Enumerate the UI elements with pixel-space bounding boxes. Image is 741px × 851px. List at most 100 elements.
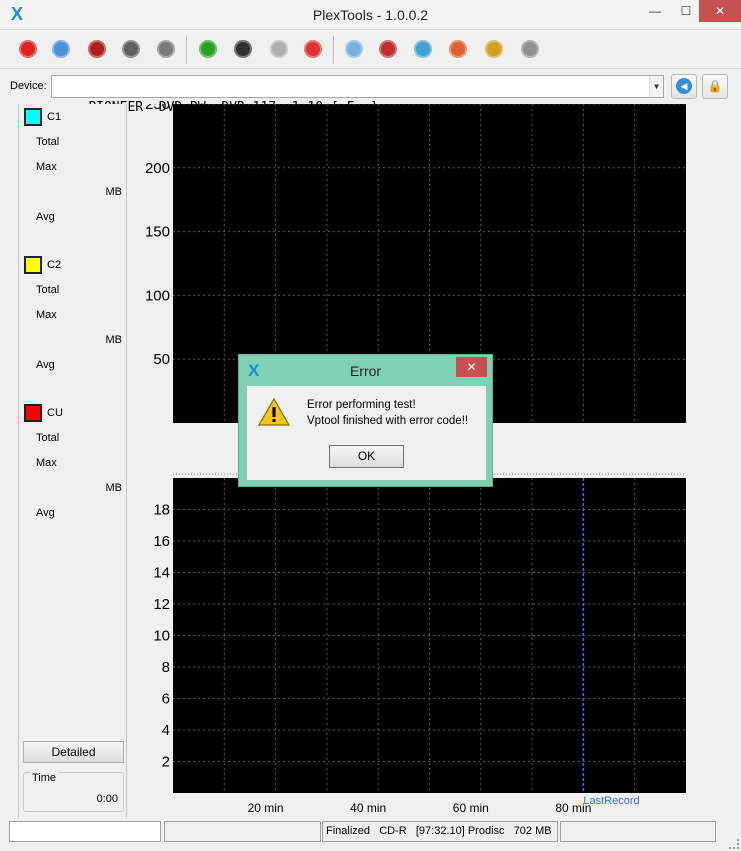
- scan-disc-icon: [234, 40, 252, 58]
- device-row: Device: PIONEER DVD-RW DVR-117 1.10 [ F:…: [0, 71, 741, 115]
- toolbar-separator: [333, 36, 335, 64]
- dialog-close-button[interactable]: ✕: [456, 357, 487, 377]
- legend-c2-avg: Avg: [36, 359, 55, 371]
- legend-cu-total: Total: [36, 432, 60, 444]
- status-bar: Finalized CD-R [97:32.10] Prodisc 702 MB: [0, 818, 741, 851]
- resize-grip[interactable]: [729, 839, 739, 849]
- chart-button[interactable]: [481, 36, 507, 62]
- cd-add-button[interactable]: [266, 36, 292, 62]
- toolbar: [0, 31, 741, 69]
- burner-icon: [379, 40, 397, 58]
- printer-button[interactable]: [153, 36, 179, 62]
- lock-button[interactable]: 🔒: [702, 74, 728, 99]
- lower-ytick-label: 10: [153, 628, 170, 645]
- refresh-icon: [199, 40, 217, 58]
- warning-icon: [258, 397, 290, 426]
- legend-cu-unit: MB: [105, 482, 123, 494]
- dvd-button[interactable]: [84, 36, 110, 62]
- lower-ytick-label: 16: [153, 533, 170, 550]
- legend-c1-unit: MB: [105, 186, 123, 198]
- lower-xtick-label: 40 min: [350, 801, 386, 815]
- power-button[interactable]: [15, 36, 41, 62]
- about-button[interactable]: [517, 36, 543, 62]
- burner-button[interactable]: [375, 36, 401, 62]
- upper-ytick-label: 250: [145, 104, 170, 113]
- toolbar-separator: [186, 36, 188, 64]
- upper-ytick-label: 150: [145, 224, 170, 241]
- legend-panel: C1 Total Max MB Avg C2 Total Max MB Avg …: [18, 104, 127, 818]
- legend-c1-max: Max: [36, 161, 57, 173]
- time-label: Time: [30, 772, 59, 784]
- lower-xtick-label: 20 min: [248, 801, 284, 815]
- power-icon: [19, 40, 37, 58]
- maximize-button[interactable]: ☐: [671, 0, 701, 22]
- legend-c1: C1 Total Max MB Avg: [19, 106, 127, 236]
- refresh-button[interactable]: [195, 36, 221, 62]
- legend-c1-total: Total: [36, 136, 60, 148]
- dialog-message-line1: Error performing test!: [307, 399, 416, 411]
- upper-ytick-label: 200: [145, 160, 170, 177]
- legend-cu-avg: Avg: [36, 507, 55, 519]
- printer-icon: [157, 40, 175, 58]
- scan-button[interactable]: [230, 36, 256, 62]
- disc-wizard-icon: [52, 40, 70, 58]
- dialog-message-line2: Vptool finished with error code!!: [307, 415, 469, 427]
- hot-button[interactable]: [445, 36, 471, 62]
- cd-download-button[interactable]: [410, 36, 436, 62]
- bar-chart-icon: [485, 40, 503, 58]
- lower-ytick-label: 4: [162, 722, 170, 739]
- minimize-button[interactable]: —: [640, 0, 670, 22]
- time-value: 0:00: [96, 793, 118, 805]
- dialog-title: Error: [349, 363, 382, 379]
- stop-icon: [304, 40, 322, 58]
- back-circle-icon: ◀: [676, 78, 692, 94]
- status-media-info: Finalized CD-R [97:32.10] Prodisc 702 MB: [322, 821, 558, 842]
- close-button[interactable]: ✕: [699, 0, 741, 22]
- lower-ytick-label: 8: [162, 659, 170, 676]
- upper-ytick-label: 50: [153, 351, 170, 368]
- legend-cu-swatch: [24, 404, 42, 422]
- error-dialog: X Error ✕ Error performing test! Vptool …: [238, 354, 493, 487]
- drive-button[interactable]: [118, 36, 144, 62]
- wizard-button[interactable]: [48, 36, 74, 62]
- lower-xtick-label: 60 min: [453, 801, 489, 815]
- legend-cu-name: CU: [47, 407, 63, 419]
- legend-cu-max: Max: [36, 457, 57, 469]
- status-cell-1: [9, 821, 161, 842]
- upper-ytick-label: 100: [145, 287, 170, 304]
- cd-download-icon: [414, 40, 432, 58]
- device-select[interactable]: PIONEER DVD-RW DVR-117 1.10 [ F: ] ▼: [51, 75, 664, 115]
- dialog-body: Error performing test! Vptool finished w…: [247, 386, 486, 480]
- lower-ytick-label: 2: [162, 754, 170, 771]
- legend-c2-max: Max: [36, 309, 57, 321]
- lower-xtick-label: 80 min: [555, 801, 591, 815]
- legend-c2: C2 Total Max MB Avg: [19, 254, 127, 384]
- lower-ytick-label: 12: [153, 596, 170, 613]
- ok-button[interactable]: OK: [329, 445, 404, 468]
- info-figure-icon: [521, 40, 539, 58]
- disc-icon: [345, 40, 363, 58]
- lastrecord-label: LastRecord: [583, 795, 639, 807]
- cd-add-icon: [270, 40, 288, 58]
- disc-button[interactable]: [341, 36, 367, 62]
- chevron-down-icon[interactable]: ▼: [649, 76, 663, 97]
- flame-disc-icon: [449, 40, 467, 58]
- legend-cu: CU Total Max MB Avg: [19, 402, 127, 532]
- stop-button[interactable]: [300, 36, 326, 62]
- legend-c1-avg: Avg: [36, 211, 55, 223]
- legend-c1-swatch: [24, 108, 42, 126]
- detailed-button[interactable]: Detailed: [23, 741, 124, 763]
- legend-c2-total: Total: [36, 284, 60, 296]
- lower-ytick-label: 6: [162, 691, 170, 708]
- legend-c2-unit: MB: [105, 334, 123, 346]
- dvd-icon: [88, 40, 106, 58]
- lower-ytick-label: 18: [153, 502, 170, 519]
- legend-c2-swatch: [24, 256, 42, 274]
- legend-c2-name: C2: [47, 259, 62, 271]
- status-cell-4: [560, 821, 716, 842]
- drive-icon: [122, 40, 140, 58]
- legend-c1-name: C1: [47, 111, 62, 123]
- device-label: Device:: [10, 80, 47, 92]
- eject-button[interactable]: ◀: [671, 74, 697, 99]
- status-cell-2: [164, 821, 321, 842]
